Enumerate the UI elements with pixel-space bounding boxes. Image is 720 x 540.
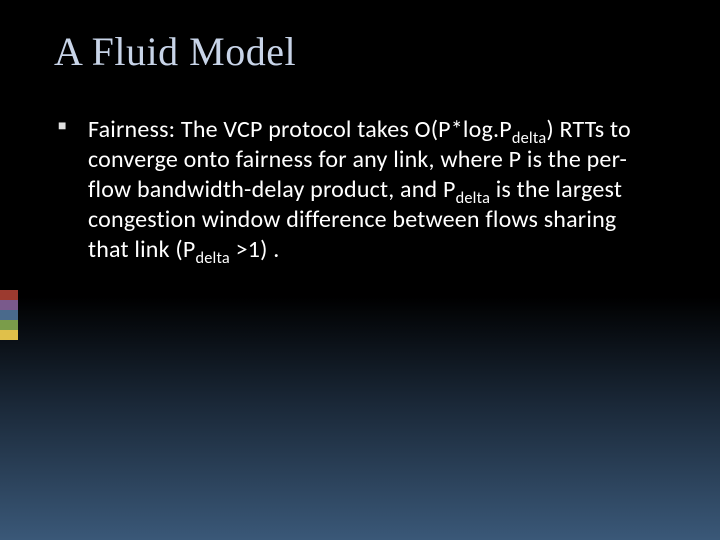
slide: A Fluid Model Fairness: The VCP protocol…	[0, 0, 720, 540]
bullet-item: Fairness: The VCP protocol takes O(P*log…	[88, 115, 662, 265]
accent-bar	[0, 300, 18, 310]
accent-bar	[0, 330, 18, 340]
accent-bar	[0, 320, 18, 330]
body-text: >1) .	[230, 235, 280, 264]
bullet-list: Fairness: The VCP protocol takes O(P*log…	[58, 115, 662, 265]
body-text: Fairness: The VCP protocol takes O(P*log…	[88, 115, 512, 144]
slide-title: A Fluid Model	[54, 28, 662, 75]
subscript-text: delta	[195, 248, 230, 268]
accent-bar	[0, 310, 18, 320]
accent-bars	[0, 290, 18, 340]
accent-bar	[0, 290, 18, 300]
